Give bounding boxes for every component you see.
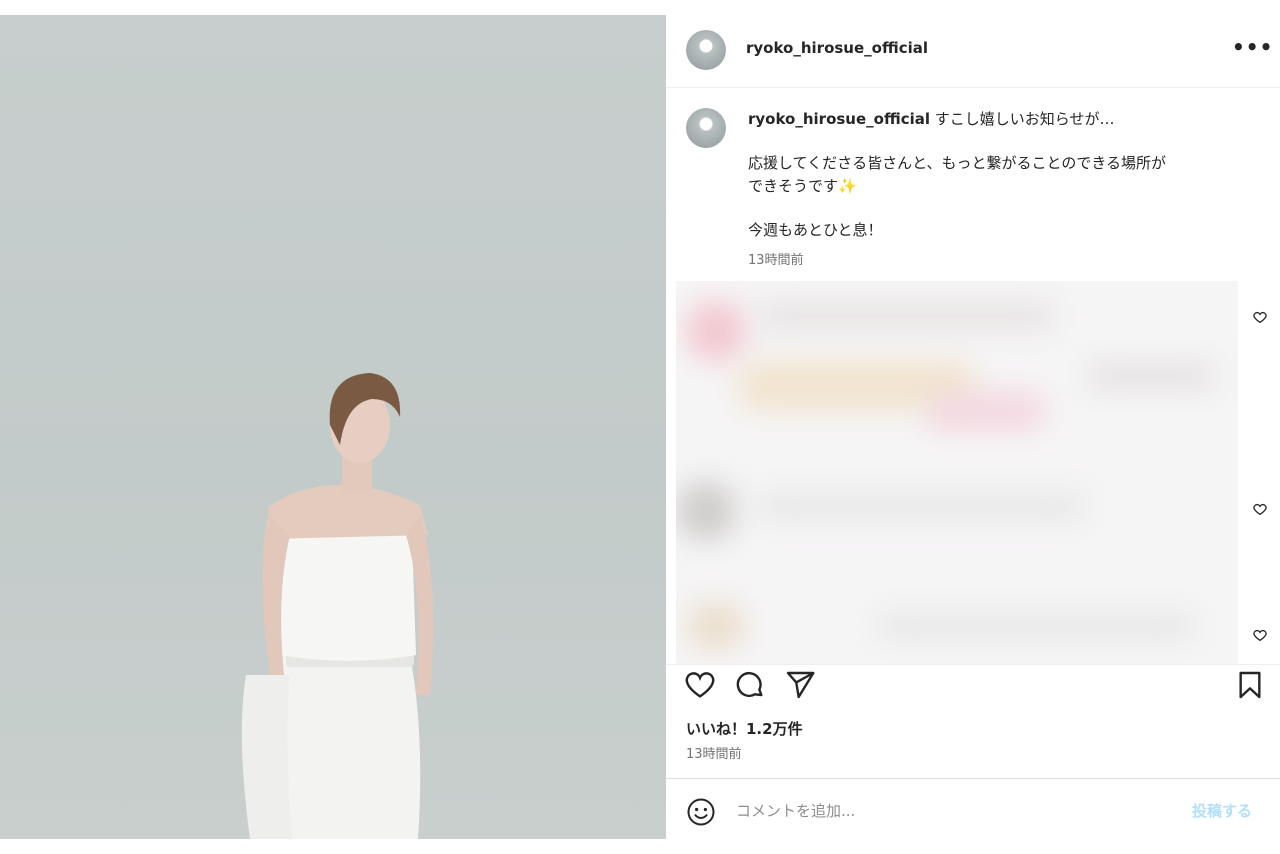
caption-avatar[interactable] — [686, 108, 726, 148]
comment-box: 投稿する — [666, 778, 1280, 840]
caption-line4: 今週もあとひと息！ — [748, 221, 883, 239]
blurred-comments — [676, 281, 1238, 664]
post-header: ryoko_hirosue_official ••• — [666, 15, 1280, 88]
comment-like-icon[interactable] — [1252, 309, 1268, 325]
caption-line1: すこし嬉しいお知らせが… — [930, 110, 1115, 128]
emoji-icon[interactable] — [686, 797, 716, 827]
post-comment-button[interactable]: 投稿する — [1192, 800, 1252, 821]
caption-timestamp: 13時間前 — [748, 253, 804, 268]
comment-icon[interactable] — [734, 669, 766, 701]
more-options-icon[interactable]: ••• — [1232, 33, 1272, 65]
caption-username[interactable]: ryoko_hirosue_official — [748, 110, 930, 128]
post-photo[interactable] — [0, 15, 666, 839]
caption-line3: できそうです✨ — [748, 177, 857, 195]
comment-like-icon[interactable] — [1252, 627, 1268, 643]
caption-line2: 応援してくださる皆さんと、もっと繋がることのできる場所が — [748, 154, 1167, 172]
post-timestamp: 13時間前 — [686, 747, 742, 762]
photo-illustration — [241, 373, 434, 839]
comment-like-icon[interactable] — [1252, 501, 1268, 517]
avatar[interactable] — [686, 30, 726, 70]
heart-icon[interactable] — [684, 669, 716, 701]
comment-input[interactable] — [734, 795, 1158, 827]
likes-count[interactable]: いいね！1.2万件 — [686, 718, 803, 739]
post-panel: ryoko_hirosue_official ••• ryoko_hirosue… — [666, 15, 1280, 839]
share-icon[interactable] — [784, 669, 816, 701]
username-link[interactable]: ryoko_hirosue_official — [746, 39, 928, 57]
bookmark-icon[interactable] — [1234, 669, 1266, 701]
action-bar — [666, 664, 1280, 715]
caption: ryoko_hirosue_official すこし嬉しいお知らせが… 応援して… — [748, 108, 1258, 242]
